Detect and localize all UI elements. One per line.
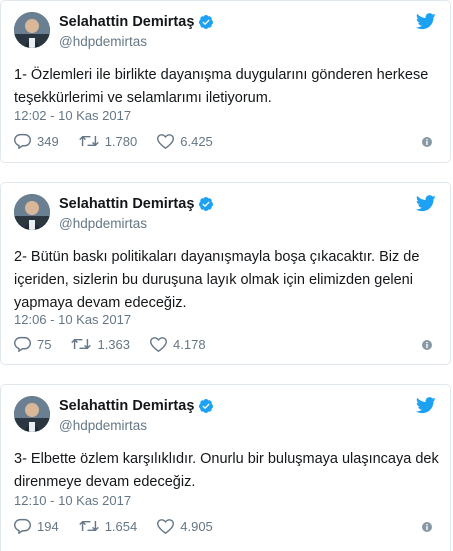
display-name[interactable]: Selahattin Demirtaş — [59, 14, 194, 30]
twitter-bird-icon[interactable] — [416, 397, 436, 414]
retweet-button[interactable]: 1.363 — [71, 337, 130, 352]
like-button[interactable]: 4.905 — [157, 519, 213, 534]
tweet-card: Selahattin Demirtaş @hdpdemirtas 2- Bütü… — [0, 182, 451, 365]
reply-count: 194 — [37, 518, 59, 534]
user-handle[interactable]: @hdpdemirtas — [59, 216, 147, 231]
reply-button[interactable]: 194 — [14, 518, 59, 534]
reply-button[interactable]: 349 — [14, 133, 59, 149]
tweet-timestamp[interactable]: 12:02 - 10 Kas 2017 — [14, 108, 131, 123]
heart-icon — [150, 336, 168, 352]
info-icon[interactable] — [422, 340, 432, 350]
tweet-text: 2- Bütün baskı politikaları dayanışmayla… — [14, 249, 420, 311]
tweet-actions: 75 1.363 4.178 — [14, 336, 226, 352]
display-name[interactable]: Selahattin Demirtaş — [59, 196, 194, 212]
retweet-button[interactable]: 1.780 — [78, 133, 138, 149]
twitter-bird-icon[interactable] — [416, 13, 436, 30]
heart-icon — [157, 518, 175, 534]
display-name[interactable]: Selahattin Demirtaş — [59, 398, 194, 414]
reply-button[interactable]: 75 — [14, 336, 51, 352]
verified-badge-icon — [199, 15, 214, 29]
reply-icon — [14, 518, 31, 534]
user-handle[interactable]: @hdpdemirtas — [59, 418, 147, 433]
avatar[interactable] — [14, 12, 50, 48]
like-count: 4.905 — [180, 518, 213, 534]
tweet-timestamp[interactable]: 12:10 - 10 Kas 2017 — [14, 493, 131, 508]
retweet-count: 1.780 — [104, 133, 138, 149]
like-button[interactable]: 6.425 — [157, 134, 213, 149]
avatar[interactable] — [14, 194, 50, 230]
heart-icon — [157, 133, 175, 149]
retweet-icon — [78, 135, 99, 147]
user-handle[interactable]: @hdpdemirtas — [59, 34, 147, 49]
retweet-icon — [71, 338, 92, 350]
verified-badge-icon — [199, 197, 214, 211]
avatar[interactable] — [14, 396, 50, 432]
tweet-actions: 194 1.654 4.905 — [14, 518, 233, 534]
verified-badge-icon — [199, 399, 214, 413]
like-count: 4.178 — [173, 336, 206, 352]
retweet-count: 1.363 — [97, 336, 131, 352]
reply-icon — [14, 133, 31, 149]
like-count: 6.425 — [180, 133, 213, 149]
retweet-count: 1.654 — [104, 518, 138, 534]
reply-count: 75 — [37, 336, 52, 352]
like-button[interactable]: 4.178 — [150, 337, 206, 352]
retweet-button[interactable]: 1.654 — [78, 518, 138, 534]
tweet-card: Selahattin Demirtaş @hdpdemirtas 3- Elbe… — [0, 384, 451, 551]
retweet-icon — [78, 520, 99, 532]
twitter-bird-icon[interactable] — [416, 195, 436, 212]
reply-count: 349 — [37, 133, 59, 149]
tweet-text: 1- Özlemleri ile birlikte dayanışma duyg… — [14, 67, 429, 106]
tweet-card: Selahattin Demirtaş @hdpdemirtas 1- Özle… — [0, 0, 451, 163]
tweet-timestamp[interactable]: 12:06 - 10 Kas 2017 — [14, 312, 131, 327]
tweet-text: 3- Elbette özlem karşılıklıdır. Onurlu b… — [14, 451, 439, 490]
info-icon[interactable] — [422, 522, 432, 532]
tweet-actions: 349 1.780 6.425 — [14, 133, 233, 149]
reply-icon — [14, 336, 31, 352]
info-icon[interactable] — [422, 137, 432, 147]
